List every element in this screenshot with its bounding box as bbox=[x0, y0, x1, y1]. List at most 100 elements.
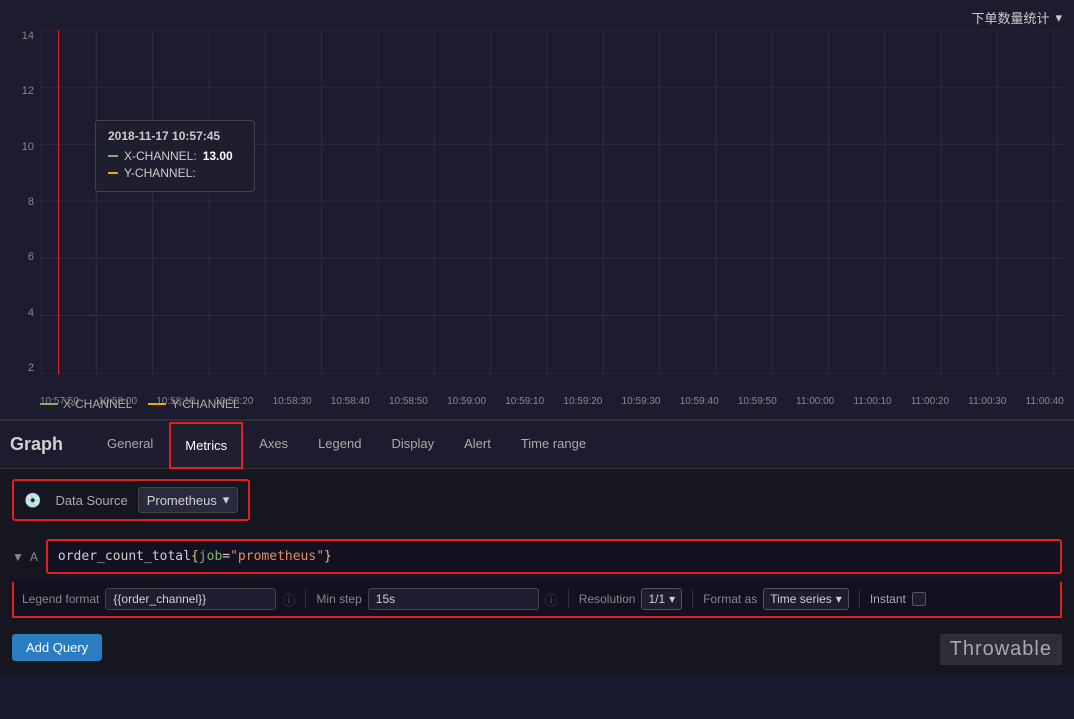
divider-3 bbox=[692, 589, 693, 609]
grid-svg bbox=[40, 30, 1064, 374]
y-label-12: 12 bbox=[22, 85, 34, 97]
chart-title: 下单数量统计 bbox=[971, 8, 1049, 27]
format-as-select[interactable]: Time series ▾ bbox=[763, 588, 849, 610]
resolution-value: 1/1 bbox=[648, 592, 665, 606]
tooltip-x-row: X-CHANNEL: 13.00 bbox=[108, 149, 242, 163]
legend-format-label: Legend format bbox=[22, 592, 99, 606]
tooltip-y-row: Y-CHANNEL: bbox=[108, 166, 242, 180]
min-step-label: Min step bbox=[316, 592, 361, 606]
x-label-15: 11:00:20 bbox=[911, 396, 949, 407]
resolution-select[interactable]: 1/1 ▾ bbox=[641, 588, 682, 610]
graph-panel: Graph General Metrics Axes Legend Displa… bbox=[0, 420, 1074, 675]
legend-format-input[interactable] bbox=[105, 588, 276, 610]
chart-title-area: 下单数量统计 ▾ bbox=[971, 8, 1062, 27]
y-axis-labels: 14 12 10 8 6 4 2 bbox=[0, 30, 38, 374]
tooltip-y-label: Y-CHANNEL: bbox=[124, 166, 196, 180]
instant-checkbox[interactable] bbox=[912, 592, 926, 606]
format-as-label: Format as bbox=[703, 592, 757, 606]
tabs-container: General Metrics Axes Legend Display Aler… bbox=[93, 421, 600, 468]
format-as-arrow: ▾ bbox=[836, 592, 842, 606]
min-step-info-icon[interactable]: ⓘ bbox=[545, 590, 558, 609]
y-label-14: 14 bbox=[22, 30, 34, 42]
query-letter: A bbox=[30, 550, 38, 564]
tab-alert[interactable]: Alert bbox=[450, 421, 505, 468]
tooltip-x-label: X-CHANNEL: bbox=[124, 149, 197, 163]
db-icon: 💿 bbox=[24, 492, 41, 509]
x-label-10: 10:59:30 bbox=[622, 396, 661, 407]
legend-x-line bbox=[40, 403, 58, 405]
chart-title-dropdown-arrow[interactable]: ▾ bbox=[1055, 10, 1062, 26]
throwable-watermark: Throwable bbox=[940, 634, 1062, 665]
legend-format-info-icon[interactable]: ⓘ bbox=[282, 590, 295, 609]
legend-y-channel: Y-CHANNEL bbox=[148, 397, 239, 411]
query-value: "prometheus" bbox=[230, 549, 324, 564]
format-as-value: Time series bbox=[770, 592, 832, 606]
min-step-input[interactable] bbox=[368, 588, 539, 610]
resolution-label: Resolution bbox=[579, 592, 636, 606]
query-keyword: order_count_total bbox=[58, 549, 191, 564]
graph-header: Graph General Metrics Axes Legend Displa… bbox=[0, 421, 1074, 469]
query-input-wrapper: order_count_total{job="prometheus"} bbox=[46, 539, 1062, 574]
query-outer: ▼ A order_count_total{job="prometheus"} … bbox=[12, 539, 1062, 618]
tab-time-range[interactable]: Time range bbox=[507, 421, 600, 468]
datasource-dropdown[interactable]: Prometheus ▾ bbox=[138, 487, 239, 513]
tooltip-date: 2018-11-17 10:57:45 bbox=[108, 129, 242, 143]
query-key: job bbox=[199, 549, 222, 564]
legend-y-line bbox=[148, 403, 166, 405]
tab-general[interactable]: General bbox=[93, 421, 167, 468]
datasource-wrapper: 💿 Data Source Prometheus ▾ bbox=[12, 479, 1062, 531]
divider-2 bbox=[568, 589, 569, 609]
y-channel-dot bbox=[108, 172, 118, 174]
resolution-group: Resolution 1/1 ▾ bbox=[579, 588, 682, 610]
graph-title: Graph bbox=[10, 434, 63, 455]
x-label-5: 10:58:40 bbox=[331, 396, 370, 407]
instant-label: Instant bbox=[870, 592, 906, 606]
y-label-4: 4 bbox=[28, 307, 34, 319]
chart-legend: X-CHANNEL Y-CHANNEL bbox=[40, 389, 240, 419]
y-label-2: 2 bbox=[28, 362, 34, 374]
add-query-wrapper: Add Query Throwable bbox=[12, 622, 1062, 665]
add-query-button[interactable]: Add Query bbox=[12, 634, 102, 661]
x-label-9: 10:59:20 bbox=[563, 396, 602, 407]
legend-y-label: Y-CHANNEL bbox=[171, 397, 239, 411]
chart-grid: 2018-11-17 10:57:45 X-CHANNEL: 13.00 Y-C… bbox=[40, 30, 1064, 374]
legend-x-label: X-CHANNEL bbox=[63, 397, 132, 411]
collapse-icon[interactable]: ▼ bbox=[12, 550, 24, 564]
x-channel-dot bbox=[108, 155, 118, 157]
query-options-row: Legend format ⓘ Min step ⓘ Resolution 1/… bbox=[12, 582, 1062, 618]
datasource-label: Data Source bbox=[55, 493, 127, 508]
datasource-value: Prometheus bbox=[147, 493, 217, 508]
x-label-4: 10:58:30 bbox=[273, 396, 312, 407]
divider-4 bbox=[859, 589, 860, 609]
tab-display[interactable]: Display bbox=[377, 421, 448, 468]
query-section: 💿 Data Source Prometheus ▾ ▼ A order_cou… bbox=[0, 469, 1074, 675]
legend-x-channel: X-CHANNEL bbox=[40, 397, 132, 411]
resolution-arrow: ▾ bbox=[669, 592, 675, 606]
x-label-16: 11:00:30 bbox=[968, 396, 1006, 407]
y-label-6: 6 bbox=[28, 251, 34, 263]
x-label-8: 10:59:10 bbox=[505, 396, 544, 407]
tab-metrics[interactable]: Metrics bbox=[169, 422, 243, 469]
x-label-14: 11:00:10 bbox=[853, 396, 891, 407]
query-display[interactable]: order_count_total{job="prometheus"} bbox=[48, 541, 1060, 572]
query-row: ▼ A order_count_total{job="prometheus"} bbox=[12, 539, 1062, 574]
y-label-10: 10 bbox=[22, 141, 34, 153]
datasource-row: 💿 Data Source Prometheus ▾ bbox=[12, 479, 250, 521]
min-step-group: Min step bbox=[316, 588, 538, 610]
divider-1 bbox=[305, 589, 306, 609]
datasource-dropdown-arrow: ▾ bbox=[223, 492, 230, 508]
chart-container: 下单数量统计 ▾ 14 12 10 8 6 4 2 bbox=[0, 0, 1074, 420]
tooltip-x-value: 13.00 bbox=[203, 149, 233, 163]
query-brace-close: } bbox=[324, 549, 332, 564]
tab-axes[interactable]: Axes bbox=[245, 421, 302, 468]
query-brace-open: { bbox=[191, 549, 199, 564]
x-label-11: 10:59:40 bbox=[680, 396, 719, 407]
x-label-6: 10:58:50 bbox=[389, 396, 428, 407]
cursor-line bbox=[58, 30, 59, 374]
x-label-17: 11:00:40 bbox=[1026, 396, 1064, 407]
format-as-group: Format as Time series ▾ bbox=[703, 588, 849, 610]
x-label-13: 11:00:00 bbox=[796, 396, 834, 407]
tab-legend[interactable]: Legend bbox=[304, 421, 375, 468]
chart-tooltip: 2018-11-17 10:57:45 X-CHANNEL: 13.00 Y-C… bbox=[95, 120, 255, 192]
query-row-left: ▼ A bbox=[12, 550, 38, 564]
